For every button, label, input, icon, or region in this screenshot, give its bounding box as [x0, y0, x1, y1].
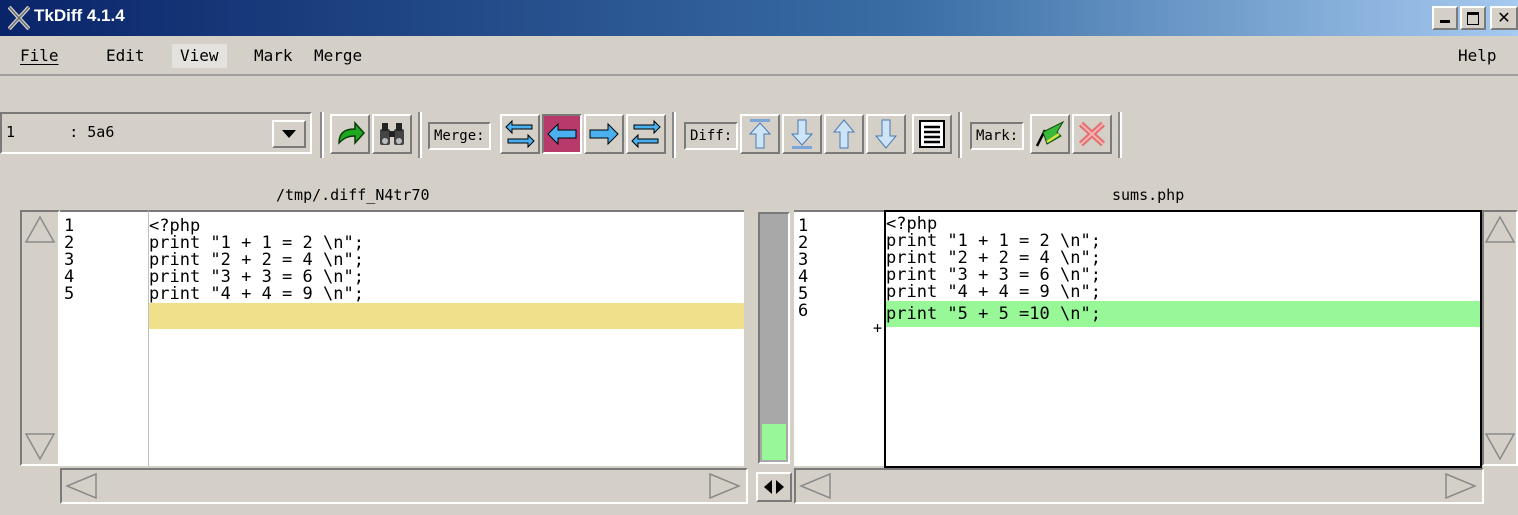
title-bar[interactable]: TkDiff 4.1.4 ✕	[0, 0, 1518, 36]
diff-map[interactable]	[758, 212, 790, 464]
scroll-down-icon[interactable]	[24, 432, 56, 462]
arrow-up-icon	[832, 119, 856, 149]
code-line: print "4 + 4 = 9 \n";	[149, 284, 364, 304]
merge-preview-button[interactable]	[912, 114, 952, 154]
flag-icon	[1035, 120, 1065, 147]
previous-diff-button[interactable]	[824, 114, 864, 154]
search-button[interactable]	[372, 114, 412, 154]
diff-selector[interactable]: 1 : 5a6	[0, 112, 312, 154]
mark-set-button[interactable]	[1030, 114, 1070, 154]
diff-label: Diff:	[684, 122, 739, 150]
diff-selector-dropdown-button[interactable]	[272, 120, 306, 148]
arrow-right-icon	[589, 122, 619, 146]
menu-mark[interactable]: Mark	[246, 44, 301, 68]
window-title: TkDiff 4.1.4	[34, 6, 125, 25]
toolbar-separator	[958, 112, 962, 158]
merge-choose-both-right-button[interactable]	[626, 114, 666, 154]
merge-choose-left-button[interactable]	[542, 114, 582, 154]
scroll-left-icon[interactable]	[64, 472, 98, 500]
chevron-down-icon	[282, 130, 296, 138]
scroll-up-icon[interactable]	[1484, 214, 1516, 244]
right-horizontal-scrollbar[interactable]	[794, 468, 1484, 504]
close-button[interactable]: ✕	[1490, 6, 1518, 30]
menu-file[interactable]: File	[12, 44, 67, 68]
right-vertical-scrollbar[interactable]	[1482, 210, 1518, 466]
next-diff-button[interactable]	[866, 114, 906, 154]
scroll-down-icon[interactable]	[1484, 432, 1516, 462]
current-diff-button[interactable]	[782, 114, 822, 154]
right-line-numbers: 1 2 3 4 5 6 +	[794, 210, 884, 466]
scroll-up-icon[interactable]	[24, 214, 56, 244]
merge-choose-both-left-button[interactable]	[500, 114, 540, 154]
line-number: 6	[798, 301, 809, 321]
sync-scroll-button[interactable]	[756, 472, 792, 502]
menu-view[interactable]: View	[172, 44, 227, 68]
scroll-right-icon[interactable]	[1444, 472, 1478, 500]
menu-edit[interactable]: Edit	[98, 44, 153, 68]
arrow-down-icon	[874, 119, 898, 149]
toolbar-separator	[320, 112, 324, 158]
left-line-numbers: 1 2 3 4 5	[60, 210, 148, 466]
merge-label: Merge:	[428, 122, 491, 150]
left-vertical-scrollbar[interactable]	[20, 210, 60, 466]
first-diff-icon	[748, 119, 772, 149]
swap-arrows-icon	[505, 119, 535, 149]
sync-arrows-icon	[764, 480, 784, 494]
maximize-icon	[1467, 12, 1479, 25]
scroll-left-icon[interactable]	[798, 472, 832, 500]
current-diff-icon	[790, 119, 814, 149]
clear-mark-icon	[1078, 121, 1106, 147]
binoculars-icon	[380, 123, 404, 145]
maximize-button[interactable]	[1460, 6, 1486, 30]
rediff-button[interactable]	[330, 114, 370, 154]
right-text-area[interactable]: <?php print "1 + 1 = 2 \n"; print "2 + 2…	[884, 210, 1482, 468]
document-lines-icon	[919, 120, 945, 148]
first-diff-button[interactable]	[740, 114, 780, 154]
code-line: print "4 + 4 = 9 \n";	[886, 282, 1101, 302]
line-number: 5	[64, 284, 75, 304]
toolbar-separator	[1118, 112, 1122, 158]
toolbar-separator	[418, 112, 422, 158]
left-filename: /tmp/.diff_N4tr70	[276, 186, 430, 204]
added-line-marker: +	[872, 319, 882, 337]
diff-selector-value: 1 : 5a6	[6, 123, 115, 141]
code-line-added: print "5 + 5 =10 \n";	[886, 301, 1480, 327]
close-icon: ✕	[1497, 8, 1511, 27]
scroll-right-icon[interactable]	[708, 472, 742, 500]
merge-choose-right-button[interactable]	[584, 114, 624, 154]
swap-arrows-icon	[631, 119, 661, 149]
right-filename: sums.php	[1112, 186, 1185, 204]
mark-clear-button[interactable]	[1072, 114, 1112, 154]
mark-label: Mark:	[970, 122, 1025, 150]
arrow-left-icon	[547, 122, 577, 146]
minimize-button[interactable]	[1432, 6, 1458, 30]
diff-map-added-region	[762, 424, 786, 460]
left-horizontal-scrollbar[interactable]	[60, 468, 748, 504]
removed-placeholder-line	[149, 303, 744, 329]
menu-help[interactable]: Help	[1450, 44, 1505, 68]
minimize-icon	[1440, 20, 1450, 23]
menu-merge[interactable]: Merge	[306, 44, 370, 68]
left-text-area[interactable]: <?php print "1 + 1 = 2 \n"; print "2 + 2…	[148, 210, 744, 466]
app-logo-icon	[7, 5, 31, 31]
menu-bar: File Edit View Mark Merge Help	[0, 36, 1518, 76]
toolbar-separator	[672, 112, 676, 158]
rediff-arrow-icon	[338, 121, 365, 145]
